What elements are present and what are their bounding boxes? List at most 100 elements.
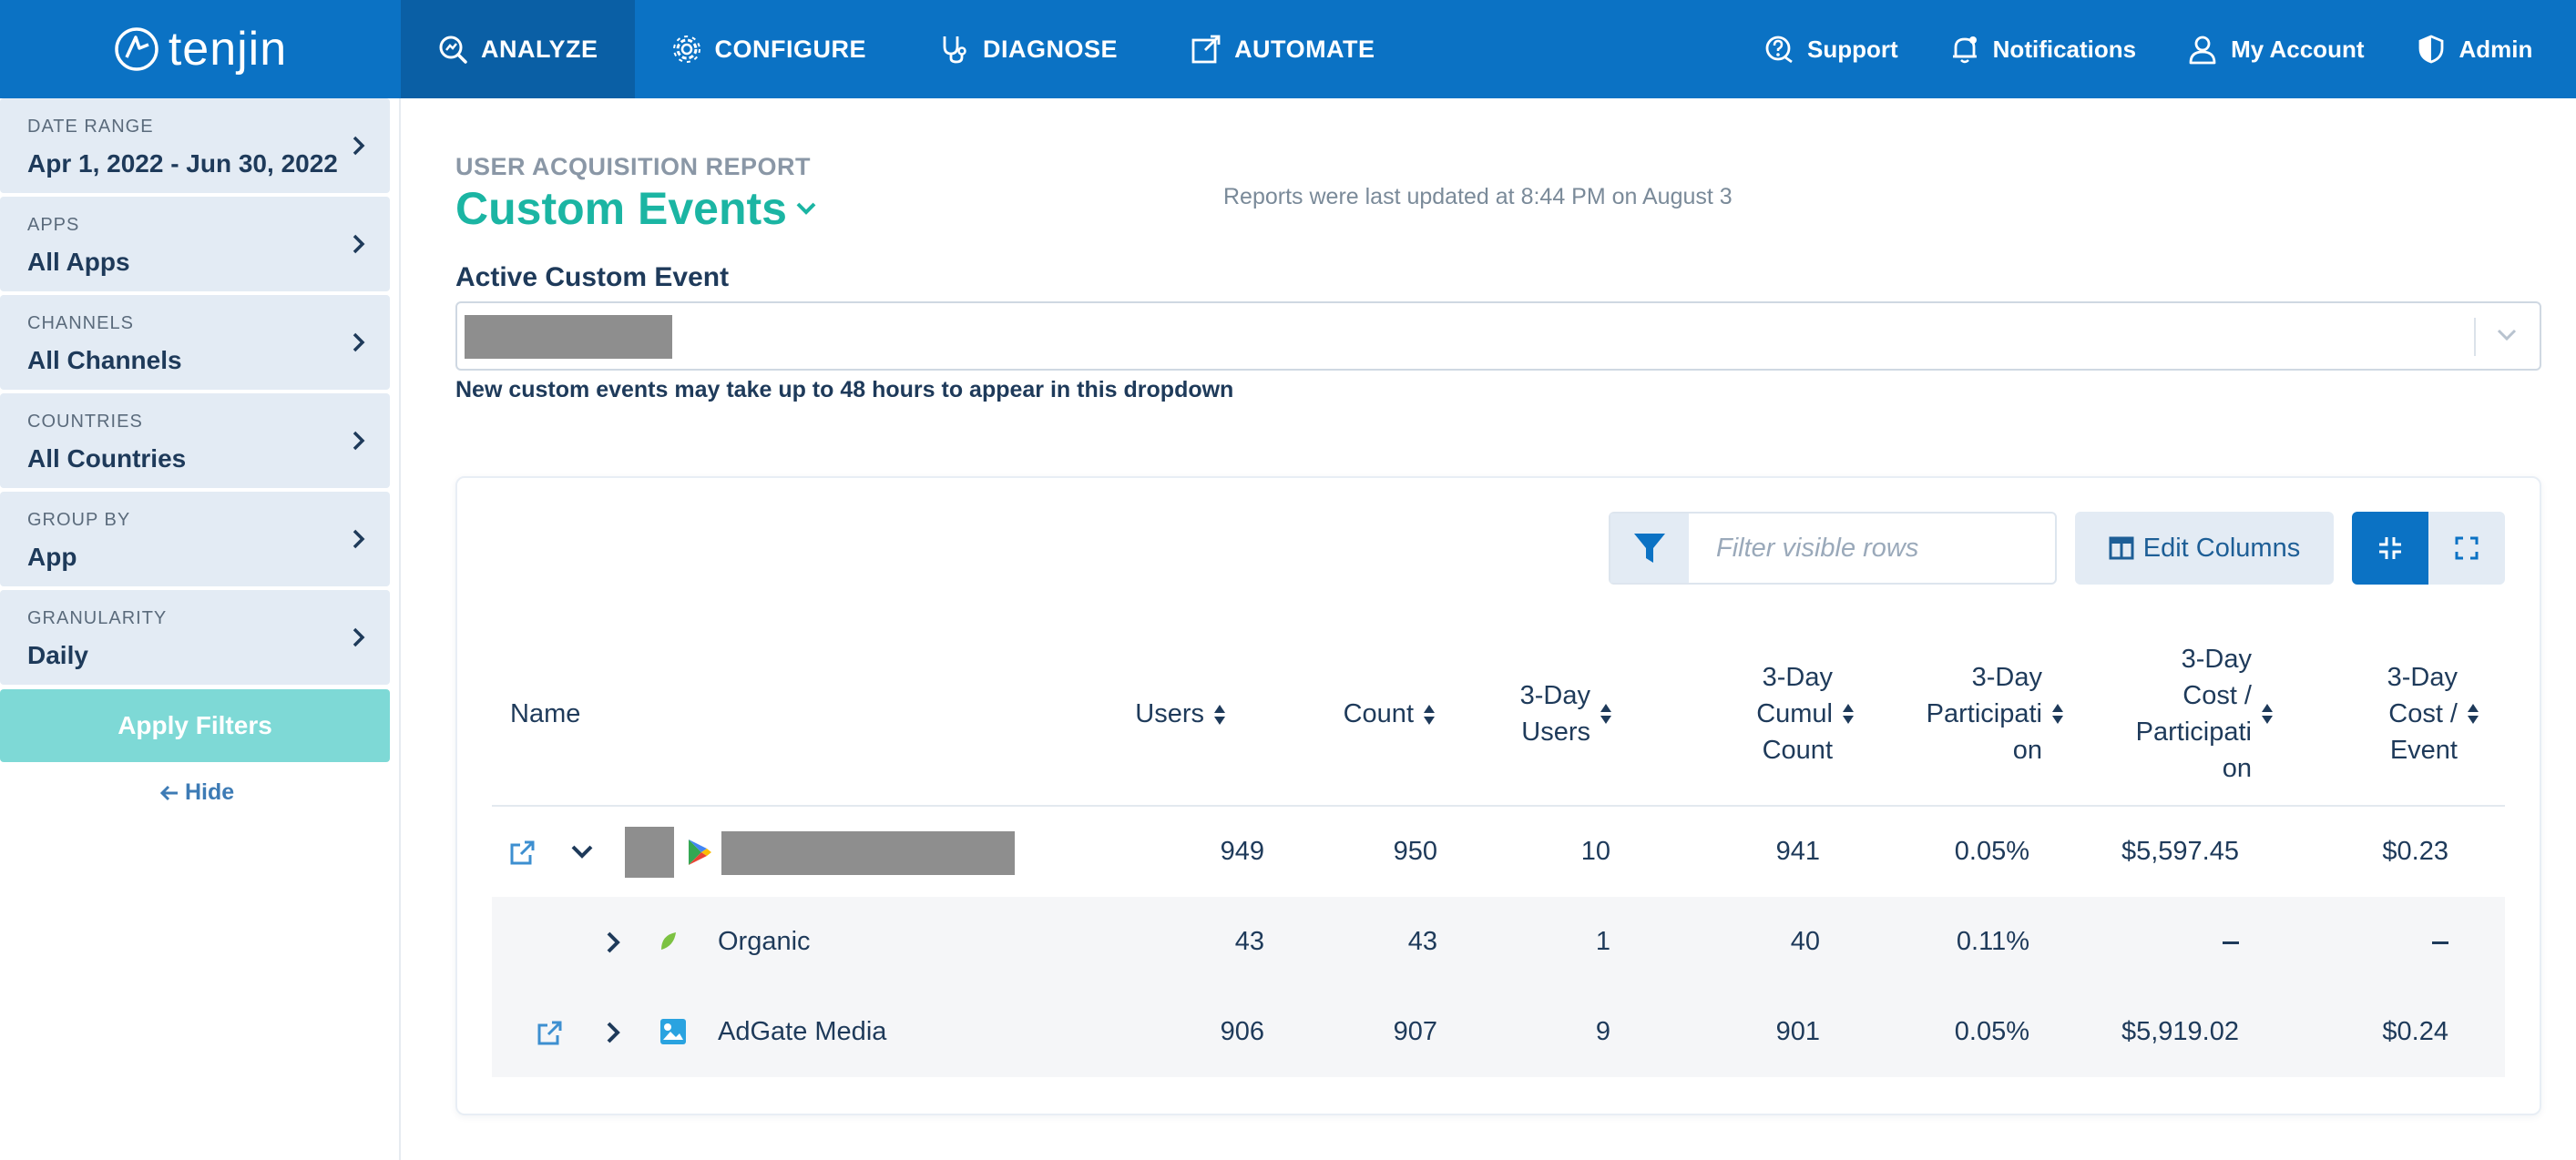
chevron-right-icon — [353, 627, 365, 647]
col-header-users-label: Users — [1135, 699, 1204, 728]
select-divider — [2474, 318, 2476, 356]
nav-automate-label: AUTOMATE — [1234, 35, 1375, 63]
col-header-3day-cost-event[interactable]: 3-Day Cost / Event — [2332, 659, 2479, 768]
active-event-select[interactable] — [455, 301, 2541, 371]
chevron-down-icon[interactable] — [2496, 327, 2518, 343]
bell-icon — [1952, 36, 1977, 64]
cell-users: 43 — [1234, 927, 1264, 956]
tenjin-logo[interactable]: tenjin — [0, 0, 401, 98]
filter-rows-box — [1609, 512, 2057, 585]
cell-3day-cumul: 941 — [1775, 837, 1820, 866]
chevron-right-icon[interactable] — [605, 930, 621, 955]
hide-label: Hide — [185, 779, 235, 805]
header-line: Count — [1762, 736, 1833, 765]
nav-notifications[interactable]: Notifications — [1924, 0, 2162, 98]
top-nav: tenjin ANALYZE CONFIGURE DIAGNOSE AUTOMA… — [0, 0, 2576, 98]
apply-filters-button[interactable]: Apply Filters — [0, 689, 390, 762]
configure-gear-icon — [672, 36, 700, 63]
expand-icon — [2455, 536, 2479, 560]
last-updated-text: Reports were last updated at 8:44 PM on … — [1223, 184, 1733, 209]
cell-users: 906 — [1220, 1017, 1264, 1046]
nav-my-account[interactable]: My Account — [2162, 0, 2389, 98]
filter-value: Apr 1, 2022 - Jun 30, 2022 — [27, 149, 338, 178]
columns-icon — [2109, 536, 2134, 560]
report-title: Custom Events — [455, 183, 787, 234]
col-header-3day-users[interactable]: 3-Day Users — [1476, 677, 1612, 750]
cell-3day-cost-participation — [2059, 897, 2239, 987]
cell-count: 43 — [1407, 927, 1437, 956]
header-line: Cost / — [2182, 681, 2252, 710]
filter-label: GROUP BY — [27, 510, 131, 530]
filter-apps[interactable]: APPS All Apps — [0, 197, 390, 291]
col-header-count[interactable]: Count — [1262, 696, 1436, 732]
collapse-icon — [2379, 537, 2401, 559]
cell-3day-participation: 0.05% — [1954, 837, 2029, 866]
filter-label: GRANULARITY — [27, 608, 168, 628]
shield-icon — [2418, 35, 2443, 64]
arrow-left-icon — [159, 785, 178, 800]
nav-diagnose-label: DIAGNOSE — [983, 35, 1119, 63]
chevron-right-icon — [353, 136, 365, 156]
filter-group-by[interactable]: GROUP BY App — [0, 492, 390, 586]
compact-view-button[interactable] — [2352, 512, 2428, 585]
filter-rows-input[interactable] — [1691, 514, 2053, 583]
nav-analyze[interactable]: ANALYZE — [401, 0, 635, 98]
cell-name: Organic — [718, 927, 811, 956]
adgate-media-icon — [660, 1019, 686, 1044]
hide-sidebar-link[interactable]: Hide — [159, 779, 234, 806]
filter-value: All Channels — [27, 346, 182, 374]
nav-automate[interactable]: AUTOMATE — [1154, 0, 1412, 98]
table-row: 949 950 10 941 0.05% $5,597.45 $0.23 — [492, 807, 2505, 897]
filter-value: All Countries — [27, 444, 187, 473]
cell-users: 949 — [1220, 837, 1264, 866]
redacted-app-icon — [625, 827, 674, 878]
logo-text: tenjin — [168, 23, 288, 76]
col-header-3day-cost-participation[interactable]: 3-Day Cost / Participati on — [2086, 641, 2274, 787]
redacted-event-name — [465, 315, 672, 359]
empty-dash — [2223, 941, 2239, 944]
view-toggle — [2352, 512, 2505, 585]
report-title-dropdown[interactable]: Custom Events — [455, 182, 818, 235]
filter-button[interactable] — [1610, 514, 1689, 583]
header-line: 3-Day — [1519, 681, 1590, 710]
header-line: 3-Day — [2387, 663, 2458, 692]
user-icon — [2189, 36, 2216, 65]
nav-diagnose[interactable]: DIAGNOSE — [903, 0, 1154, 98]
table-row: Organic 43 43 1 40 0.11% — [492, 897, 2505, 987]
nav-analyze-label: ANALYZE — [481, 35, 598, 63]
filter-label: DATE RANGE — [27, 117, 154, 137]
filter-countries[interactable]: COUNTRIES All Countries — [0, 393, 390, 488]
filter-sidebar: DATE RANGE Apr 1, 2022 - Jun 30, 2022 AP… — [0, 98, 401, 1160]
header-line: 3-Day — [1971, 663, 2042, 692]
chevron-down-icon[interactable] — [570, 843, 594, 861]
cell-3day-users: 1 — [1595, 927, 1610, 956]
header-line: on — [2012, 736, 2042, 765]
google-play-icon — [689, 839, 711, 865]
organic-leaf-icon — [661, 932, 676, 950]
filter-label: COUNTRIES — [27, 412, 143, 432]
active-event-label: Active Custom Event — [455, 262, 730, 292]
filter-date-range[interactable]: DATE RANGE Apr 1, 2022 - Jun 30, 2022 — [0, 98, 390, 193]
analyze-icon — [439, 36, 467, 64]
col-header-users[interactable]: Users — [1057, 696, 1226, 732]
chevron-right-icon[interactable] — [605, 1020, 621, 1045]
filter-channels[interactable]: CHANNELS All Channels — [0, 295, 390, 390]
tenjin-logo-icon — [115, 27, 158, 71]
sort-icon — [1843, 704, 1854, 724]
header-line: on — [2222, 754, 2252, 783]
sort-icon — [2468, 704, 2479, 724]
nav-configure[interactable]: CONFIGURE — [635, 0, 904, 98]
sort-icon — [2052, 704, 2063, 724]
nav-admin[interactable]: Admin — [2390, 0, 2559, 98]
external-link-icon[interactable] — [536, 1020, 563, 1047]
external-link-icon[interactable] — [508, 839, 536, 867]
col-header-3day-cumul-count[interactable]: 3-Day Cumul Count — [1672, 659, 1855, 768]
filter-granularity[interactable]: GRANULARITY Daily — [0, 590, 390, 685]
col-header-3day-participation[interactable]: 3-Day Participati on — [1876, 659, 2064, 768]
sort-icon — [1600, 704, 1611, 724]
header-line: Event — [2389, 736, 2458, 765]
nav-support[interactable]: Support — [1738, 0, 1924, 98]
fullscreen-view-button[interactable] — [2428, 512, 2505, 585]
edit-columns-button[interactable]: Edit Columns — [2075, 512, 2334, 585]
cell-3day-cost-participation: $5,919.02 — [2121, 1017, 2239, 1046]
